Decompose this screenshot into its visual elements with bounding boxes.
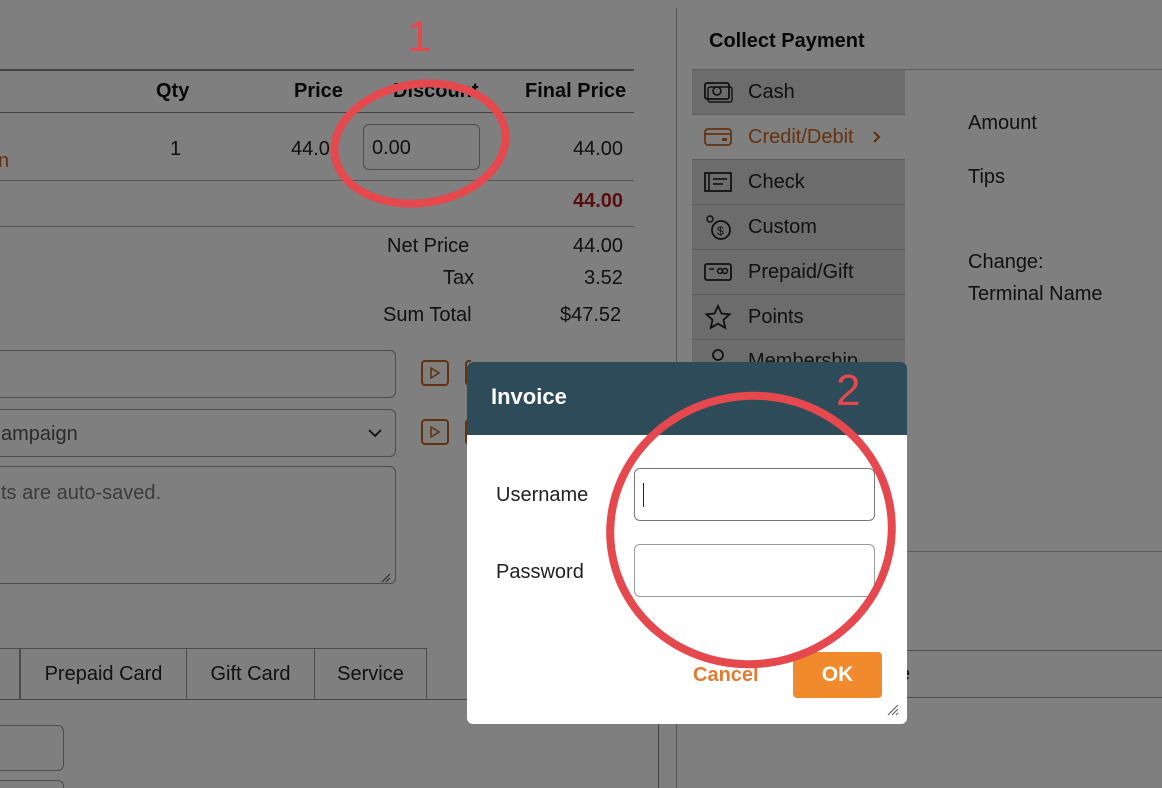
password-label: Password — [496, 561, 584, 583]
ok-button[interactable]: OK — [793, 652, 882, 698]
dialog-title: Invoice — [491, 384, 567, 409]
username-label: Username — [496, 484, 589, 506]
annotation-number-1: 1 — [407, 12, 432, 61]
annotation-number-2: 2 — [836, 366, 861, 415]
dialog-resize-icon[interactable] — [887, 704, 899, 716]
